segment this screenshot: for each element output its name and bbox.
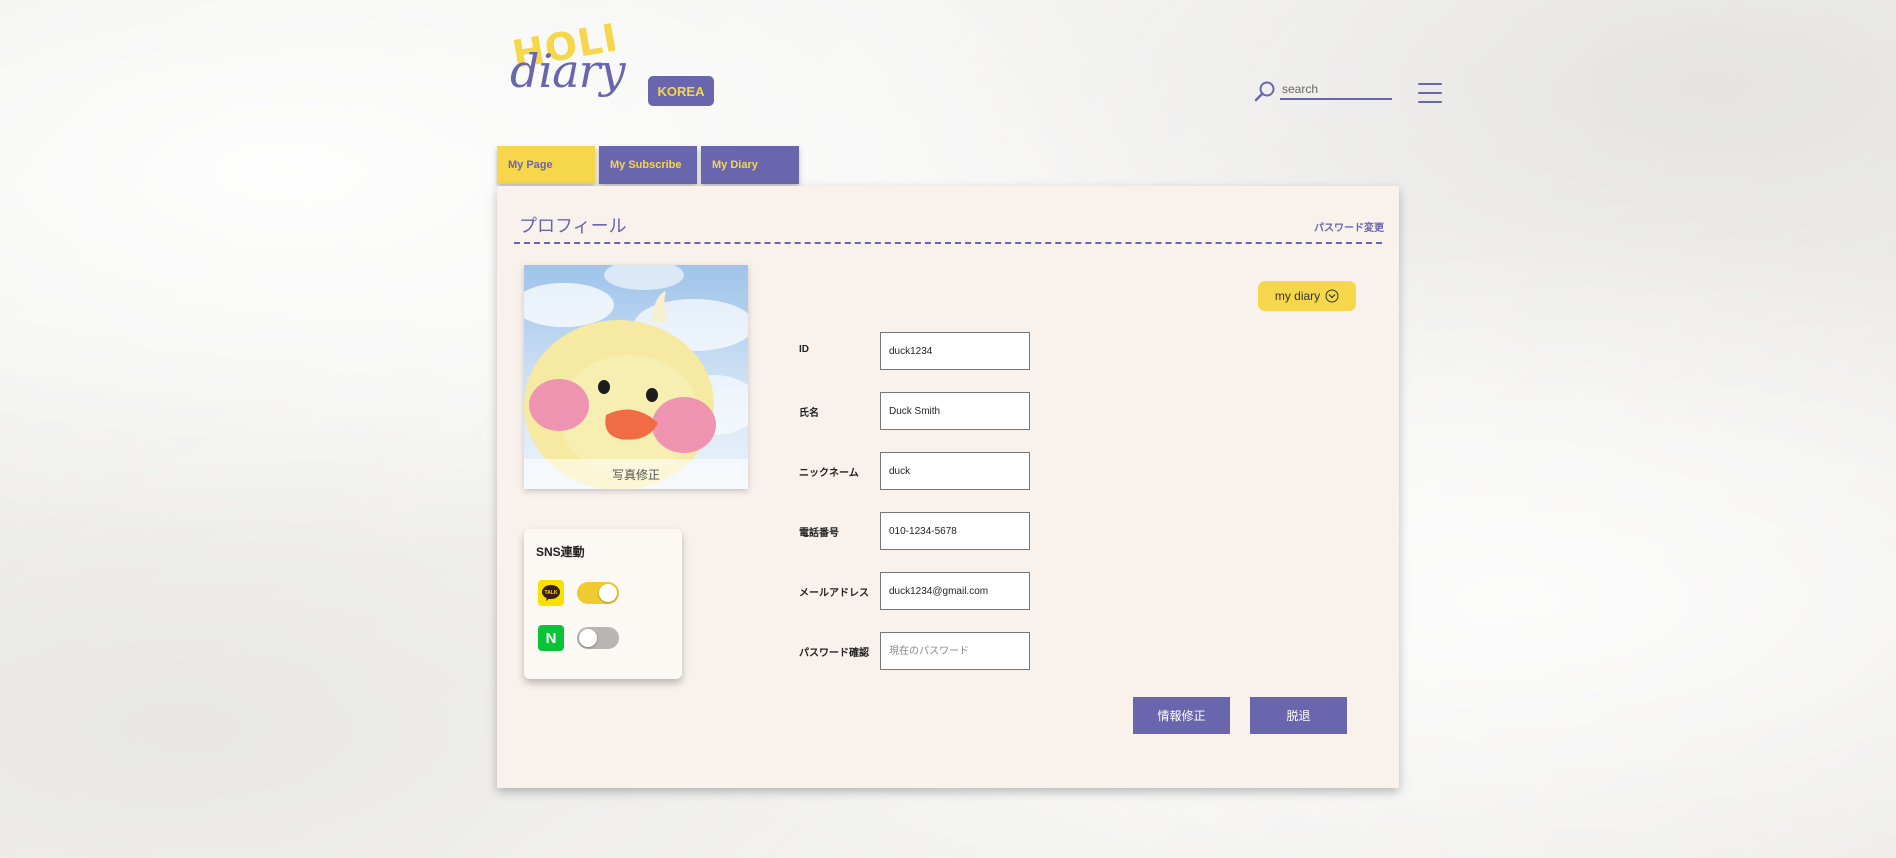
logo-diary-text: diary [510, 44, 626, 98]
form-row-id: ID [799, 332, 1059, 370]
withdraw-button[interactable]: 脱退 [1250, 697, 1347, 734]
kakaotalk-icon: TALK [538, 580, 564, 606]
search-icon[interactable] [1254, 80, 1276, 102]
search-bar [1254, 80, 1394, 102]
email-label: メールアドレス [799, 588, 869, 599]
profile-photo: 写真修正 [524, 265, 748, 489]
profile-panel: プロフィール パスワード変更 写真修正 SNS連動 TALK N my diar… [497, 186, 1399, 788]
id-label: ID [799, 344, 809, 355]
page-tabs: My Page My Subscribe My Diary [497, 146, 799, 184]
form-row-name: 氏名 [799, 392, 1059, 430]
holi-diary-logo[interactable]: HOLI diary [508, 15, 638, 104]
region-badge[interactable]: KOREA [648, 76, 714, 106]
phone-label: 電話番号 [799, 528, 839, 539]
naver-icon: N [538, 625, 564, 651]
password-confirm-field[interactable] [880, 632, 1030, 670]
naver-link-toggle[interactable] [577, 627, 619, 649]
name-label: 氏名 [799, 408, 819, 419]
hamburger-menu-icon[interactable] [1418, 83, 1442, 105]
kakaotalk-icon-text: TALK [545, 590, 558, 596]
search-input[interactable] [1280, 80, 1392, 100]
tab-my-diary[interactable]: My Diary [701, 146, 799, 184]
my-diary-label: my diary [1274, 289, 1321, 303]
my-diary-dropdown-button[interactable]: my diary [1258, 281, 1356, 311]
form-row-nickname: ニックネーム [799, 452, 1059, 490]
form-row-phone: 電話番号 [799, 512, 1059, 550]
photo-edit-button[interactable]: 写真修正 [524, 459, 748, 489]
phone-field[interactable] [880, 512, 1030, 550]
dashed-divider [514, 242, 1382, 244]
sns-link-card: SNS連動 TALK N [524, 529, 682, 679]
page-title: プロフィール [519, 216, 627, 236]
form-row-email: メールアドレス [799, 572, 1059, 610]
id-field[interactable] [880, 332, 1030, 370]
email-field[interactable] [880, 572, 1030, 610]
nickname-field[interactable] [880, 452, 1030, 490]
password-confirm-label: パスワード確認 [799, 648, 869, 659]
duck-plush-image [524, 265, 748, 489]
tab-my-subscribe[interactable]: My Subscribe [599, 146, 697, 184]
form-row-password-confirm: パスワード確認 [799, 632, 1059, 670]
edit-info-button[interactable]: 情報修正 [1133, 697, 1230, 734]
chevron-down-icon [1325, 289, 1339, 303]
kakao-link-toggle[interactable] [577, 582, 619, 604]
sns-title: SNS連動 [536, 545, 585, 559]
name-field[interactable] [880, 392, 1030, 430]
password-change-link[interactable]: パスワード変更 [1314, 219, 1384, 234]
tab-my-page[interactable]: My Page [497, 146, 595, 184]
nickname-label: ニックネーム [799, 468, 859, 479]
